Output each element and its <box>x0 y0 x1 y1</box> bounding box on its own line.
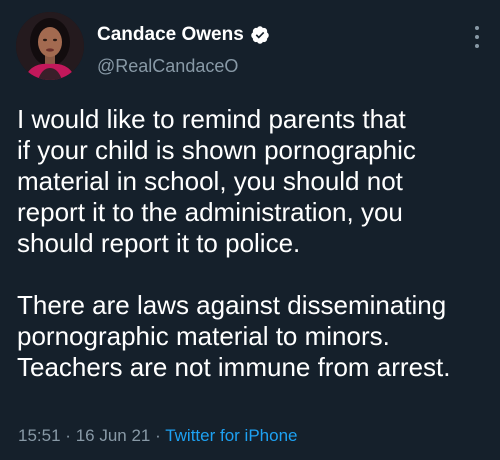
tweet-paragraph: I would like to remind parents that if y… <box>17 104 489 259</box>
more-options-icon[interactable] <box>472 26 482 48</box>
tweet-line: pornographic material to minors. <box>17 321 390 351</box>
meta-separator: · <box>155 426 161 445</box>
tweet-line: There are laws against disseminating <box>17 290 447 320</box>
user-handle[interactable]: @RealCandaceO <box>97 55 238 77</box>
verified-badge-icon <box>250 25 270 45</box>
tweet-line: material in school, you should not <box>17 166 403 196</box>
author-name-row[interactable]: Candace Owens <box>97 24 270 46</box>
tweet-line: if your child is shown pornographic <box>17 135 416 165</box>
tweet-line: report it to the administration, you <box>17 197 403 227</box>
tweet-paragraph: There are laws against disseminating por… <box>17 290 489 383</box>
tweet-date[interactable]: 16 Jun 21 <box>76 426 151 445</box>
tweet-time[interactable]: 15:51 <box>18 426 61 445</box>
profile-photo-icon <box>16 12 84 80</box>
avatar[interactable] <box>16 12 84 80</box>
tweet-meta: 15:51 · 16 Jun 21 · Twitter for iPhone <box>18 426 297 446</box>
display-name[interactable]: Candace Owens <box>97 24 244 46</box>
tweet-line: Teachers are not immune from arrest. <box>17 352 451 382</box>
tweet-text: I would like to remind parents that if y… <box>17 104 489 383</box>
meta-separator: · <box>65 426 71 445</box>
tweet-line: should report it to police. <box>17 228 301 258</box>
tweet-line: I would like to remind parents that <box>17 104 406 134</box>
tweet-card: Candace Owens @RealCandaceO I would like… <box>0 0 500 460</box>
tweet-source-link[interactable]: Twitter for iPhone <box>165 426 297 445</box>
